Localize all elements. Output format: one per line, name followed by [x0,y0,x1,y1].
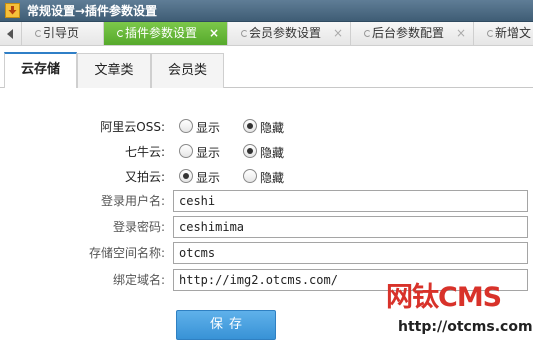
username-field[interactable] [173,190,528,212]
refresh-icon [487,30,494,37]
tab-label: 新增文 [495,26,532,40]
field-row-password: 登录密码: [0,216,533,238]
title-bar: 常规设置→插件参数设置 [0,0,533,22]
radio-hide[interactable] [243,169,257,183]
radio-row-qiniu: 七牛云: 显示 隐藏 [0,141,533,163]
row-label: 登录用户名: [100,194,165,208]
password-field[interactable] [173,216,528,238]
row-label: 阿里云OSS: [100,120,165,134]
radio-hide[interactable] [243,119,257,133]
radio-show[interactable] [179,119,193,133]
row-label: 登录密码: [112,220,165,234]
watermark-url: http://otcms.com [398,319,533,335]
field-row-bucket: 存储空间名称: [0,242,533,264]
radio-label: 显示 [196,171,221,185]
row-label: 七牛云: [124,145,165,159]
radio-label: 显示 [196,146,221,160]
tab-strip: 引导页 插件参数设置 × 会员参数设置 × 后台参数配置 × 新增文 [0,22,533,46]
radio-label: 隐藏 [260,146,285,160]
tab-plugin-settings[interactable]: 插件参数设置 × [104,22,228,45]
download-arrow-icon [5,3,20,18]
radio-label: 隐藏 [260,171,285,185]
subtab-cloud-storage[interactable]: 云存储 [4,52,77,88]
radio-hide[interactable] [243,144,257,158]
tab-scroll-left-icon[interactable] [0,22,22,45]
sub-tab-bar: 云存储 文章类 会员类 [0,46,533,88]
radio-label: 显示 [196,121,221,135]
watermark-name: 网钛CMS [386,282,502,313]
row-label: 绑定域名: [112,273,165,287]
tab-member-settings[interactable]: 会员参数设置 × [228,22,351,45]
radio-show[interactable] [179,169,193,183]
radio-row-upyun: 又拍云: 显示 隐藏 [0,166,533,188]
radio-label: 隐藏 [260,121,285,135]
row-label: 又拍云: [124,170,165,184]
refresh-icon [35,30,42,37]
subtab-article[interactable]: 文章类 [77,53,151,88]
close-icon[interactable]: × [209,26,219,41]
row-label: 存储空间名称: [88,246,165,260]
bucket-name-field[interactable] [173,242,528,264]
refresh-icon [364,30,371,37]
refresh-icon [117,30,124,37]
window-title: 常规设置→插件参数设置 [27,4,158,18]
tab-label: 后台参数配置 [372,26,445,40]
watermark-logo: 网钛CMS http://otcms.com [386,281,533,341]
radio-show[interactable] [179,144,193,158]
tab-new-article[interactable]: 新增文 [474,22,533,45]
close-icon[interactable]: × [456,26,466,41]
refresh-icon [241,30,248,37]
tab-guide[interactable]: 引导页 [22,22,104,45]
close-icon[interactable]: × [333,26,343,41]
tab-backend-config[interactable]: 后台参数配置 × [351,22,474,45]
subtab-member[interactable]: 会员类 [151,53,224,88]
tab-label: 插件参数设置 [125,26,198,40]
field-row-username: 登录用户名: [0,190,533,212]
tab-label: 会员参数设置 [249,26,322,40]
tab-label: 引导页 [43,26,80,40]
radio-row-aliyun-oss: 阿里云OSS: 显示 隐藏 [0,116,533,138]
save-button[interactable]: 保存 [176,310,276,340]
